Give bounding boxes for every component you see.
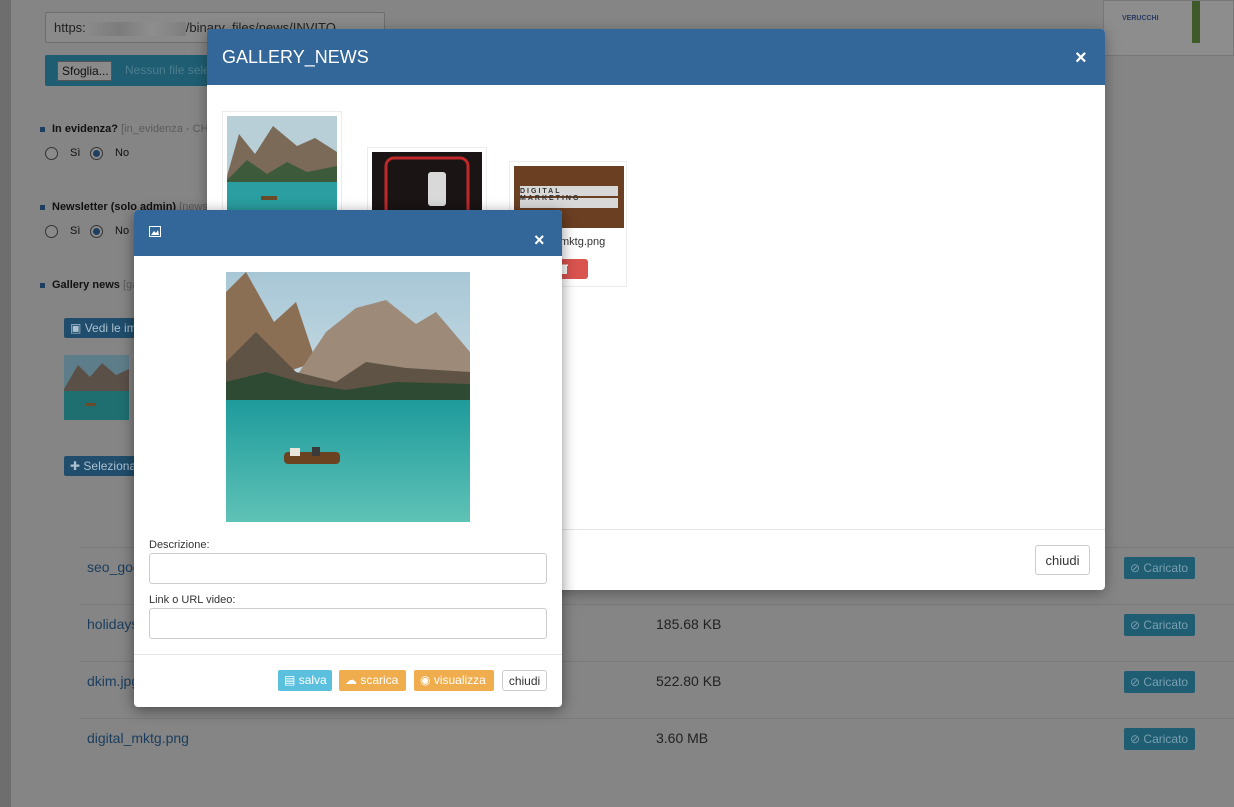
thumbnail-strip xyxy=(1192,1,1200,43)
download-button[interactable]: ☁ scarica xyxy=(339,670,406,691)
image-preview xyxy=(226,272,470,522)
table-divider xyxy=(80,718,1234,719)
cloud-download-icon: ☁ xyxy=(345,673,357,687)
image-icon xyxy=(149,226,161,237)
featured-no-radio[interactable] xyxy=(90,147,103,160)
status-badge[interactable]: ⊘ Caricato xyxy=(1124,614,1195,636)
check-circle-icon: ⊘ xyxy=(1130,618,1141,632)
newsletter-no-label: No xyxy=(115,225,130,237)
file-size: 522.80 KB xyxy=(656,673,722,689)
close-icon[interactable]: × xyxy=(1075,48,1087,68)
status-badge[interactable]: ⊘ Caricato xyxy=(1124,728,1195,750)
file-size: 185.68 KB xyxy=(656,616,722,632)
file-link[interactable]: digital_mktg.png xyxy=(87,730,189,746)
bullet-icon xyxy=(40,127,45,132)
gallery-modal-title: GALLERY_NEWS xyxy=(222,47,369,67)
save-button[interactable]: ▤ salva xyxy=(278,670,332,691)
file-link[interactable]: dkim.jpg xyxy=(87,673,139,689)
plus-icon: ✚ xyxy=(70,459,81,473)
description-label: Descrizione: xyxy=(149,539,210,551)
top-right-thumbnail: VERUCCHI xyxy=(1103,0,1234,56)
image-modal-header: × xyxy=(134,210,562,256)
status-badge[interactable]: ⊘ Caricato xyxy=(1124,671,1195,693)
bullet-icon xyxy=(40,283,45,288)
featured-yes-label: Sì xyxy=(70,147,81,159)
url-prefix: https: xyxy=(54,20,86,35)
browse-button[interactable]: Sfoglia... xyxy=(57,61,112,81)
video-url-label: Link o URL video: xyxy=(149,594,236,606)
check-circle-icon: ⊘ xyxy=(1130,732,1141,746)
image-close-button[interactable]: chiudi xyxy=(502,670,547,691)
gallery-close-button[interactable]: chiudi xyxy=(1035,545,1090,575)
thumbnail-text: VERUCCHI xyxy=(1122,15,1159,22)
image-icon: ▣ xyxy=(70,321,82,335)
featured-label: In evidenza? [in_evidenza - CH xyxy=(52,123,209,135)
gallery-thumbnail[interactable] xyxy=(64,355,129,420)
eye-icon: ◉ xyxy=(420,673,431,687)
floppy-icon: ▤ xyxy=(284,673,296,687)
url-redacted xyxy=(85,21,186,36)
image-modal-footer-divider xyxy=(134,654,562,655)
file-size: 3.60 MB xyxy=(656,730,709,746)
video-url-input[interactable] xyxy=(149,608,547,639)
image-detail-modal: × Descrizione: Link o URL video: ▤ salva… xyxy=(134,210,562,707)
view-images-button[interactable]: ▣ Vedi le immagini xyxy=(64,318,139,338)
select-button[interactable]: ✚ Seleziona xyxy=(64,456,139,476)
newsletter-yes-label: Sì xyxy=(70,225,81,237)
view-button[interactable]: ◉ visualizza xyxy=(414,670,494,691)
close-icon[interactable]: × xyxy=(534,230,545,250)
featured-no-label: No xyxy=(115,147,130,159)
gallery-item-name: mktg.png xyxy=(560,236,606,248)
check-circle-icon: ⊘ xyxy=(1130,675,1141,689)
newsletter-yes-radio[interactable] xyxy=(45,225,58,238)
check-circle-icon: ⊘ xyxy=(1130,561,1141,575)
left-edge xyxy=(0,0,11,807)
bullet-icon xyxy=(40,205,45,210)
description-input[interactable] xyxy=(149,553,547,584)
gallery-modal-header: GALLERY_NEWS × xyxy=(207,29,1105,85)
marketing-tile-text: DIGITAL MARKETING xyxy=(520,188,581,202)
status-badge[interactable]: ⊘ Caricato xyxy=(1124,557,1195,579)
featured-yes-radio[interactable] xyxy=(45,147,58,160)
newsletter-no-radio[interactable] xyxy=(90,225,103,238)
